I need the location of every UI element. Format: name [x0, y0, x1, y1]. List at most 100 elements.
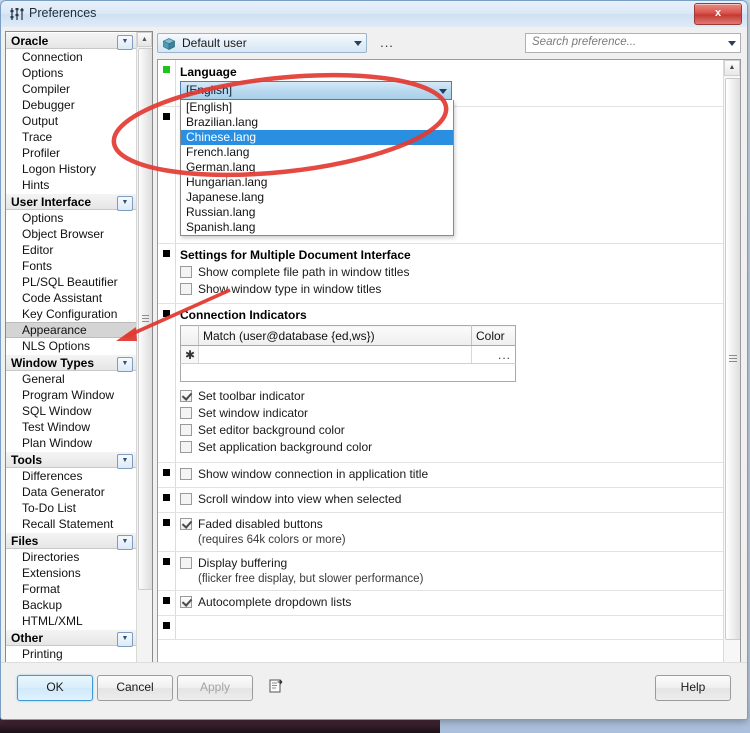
checkbox-autocomplete-dropdown-lists[interactable]: Autocomplete dropdown lists [180, 594, 724, 611]
sidebar-item-sql-window[interactable]: SQL Window [6, 403, 136, 419]
checkbox-show-complete-file-path-in-window-titles[interactable]: Show complete file path in window titles [180, 264, 724, 281]
language-option-hungarian-lang[interactable]: Hungarian.lang [181, 175, 453, 190]
language-option-spanish-lang[interactable]: Spanish.lang [181, 220, 453, 235]
language-select[interactable]: [English] [180, 81, 452, 100]
sidebar-item-program-window[interactable]: Program Window [6, 387, 136, 403]
help-button[interactable]: Help [655, 675, 731, 701]
sidebar-item-html-xml[interactable]: HTML/XML [6, 613, 136, 629]
sidebar-item-recall-statement[interactable]: Recall Statement [6, 516, 136, 532]
chevron-down-icon[interactable]: ▼ [117, 35, 133, 50]
language-option--english-[interactable]: [English] [181, 100, 453, 115]
sidebar-group-window-types[interactable]: Window Types▼ [6, 354, 136, 371]
checkbox-unchecked-icon[interactable] [180, 557, 192, 569]
sidebar-item-data-generator[interactable]: Data Generator [6, 484, 136, 500]
sidebar-item-to-do-list[interactable]: To-Do List [6, 500, 136, 516]
content-scrollbar[interactable]: ▲ ▼ [723, 60, 740, 680]
sidebar-item-code-assistant[interactable]: Code Assistant [6, 290, 136, 306]
export-preferences-button[interactable] [263, 675, 289, 699]
sidebar-item-test-window[interactable]: Test Window [6, 419, 136, 435]
checkbox-unchecked-icon[interactable] [180, 266, 192, 278]
sidebar-item-extensions[interactable]: Extensions [6, 565, 136, 581]
chevron-down-icon[interactable]: ▼ [117, 357, 133, 372]
sidebar-scroll-thumb[interactable] [138, 48, 153, 590]
ok-button[interactable]: OK [17, 675, 93, 701]
search-preference-input[interactable]: Search preference... [525, 33, 741, 53]
checkbox-set-application-background-color[interactable]: Set application background color [180, 439, 724, 456]
sidebar-item-editor[interactable]: Editor [6, 242, 136, 258]
language-option-french-lang[interactable]: French.lang [181, 145, 453, 160]
chevron-down-icon[interactable]: ▼ [117, 632, 133, 647]
sidebar-item-logon-history[interactable]: Logon History [6, 161, 136, 177]
checkbox-unchecked-icon[interactable] [180, 493, 192, 505]
checkbox-unchecked-icon[interactable] [180, 283, 192, 295]
sidebar-item-profiler[interactable]: Profiler [6, 145, 136, 161]
column-header-color: Color [472, 326, 516, 346]
cancel-button[interactable]: Cancel [97, 675, 173, 701]
sidebar-group-user-interface[interactable]: User Interface▼ [6, 193, 136, 210]
close-button[interactable]: x [694, 3, 742, 25]
user-select[interactable]: Default user [157, 33, 367, 53]
connection-indicators-table[interactable]: Match (user@database {ed,ws}) Color ✱... [180, 325, 516, 382]
checkbox-display-buffering[interactable]: Display buffering [180, 555, 724, 572]
checkbox-checked-icon[interactable] [180, 390, 192, 402]
checkbox-scroll-window-into-view-when-selected[interactable]: Scroll window into view when selected [180, 491, 724, 508]
apply-button[interactable]: Apply [177, 675, 253, 701]
checkbox-set-window-indicator[interactable]: Set window indicator [180, 405, 724, 422]
sidebar-item-debugger[interactable]: Debugger [6, 97, 136, 113]
language-option-japanese-lang[interactable]: Japanese.lang [181, 190, 453, 205]
sidebar-item-key-configuration[interactable]: Key Configuration [6, 306, 136, 322]
sidebar-item-plan-window[interactable]: Plan Window [6, 435, 136, 451]
scroll-up-icon[interactable]: ▲ [724, 60, 740, 76]
sidebar-item-object-browser[interactable]: Object Browser [6, 226, 136, 242]
cell-color[interactable]: ... [472, 346, 516, 364]
sidebar-item-directories[interactable]: Directories [6, 549, 136, 565]
sidebar-item-general[interactable]: General [6, 371, 136, 387]
language-option-german-lang[interactable]: German.lang [181, 160, 453, 175]
checkbox-set-toolbar-indicator[interactable]: Set toolbar indicator [180, 388, 724, 405]
sidebar-item-appearance[interactable]: Appearance [6, 322, 136, 338]
row-divider [175, 304, 176, 462]
sidebar-item-connection[interactable]: Connection [6, 49, 136, 65]
sidebar-scrollbar[interactable]: ▲ ▼ [136, 32, 152, 682]
sidebar-group-files[interactable]: Files▼ [6, 532, 136, 549]
sidebar-item-nls-options[interactable]: NLS Options [6, 338, 136, 354]
language-option-brazilian-lang[interactable]: Brazilian.lang [181, 115, 453, 130]
sidebar-item-compiler[interactable]: Compiler [6, 81, 136, 97]
sidebar-item-pl-sql-beautifier[interactable]: PL/SQL Beautifier [6, 274, 136, 290]
checkbox-checked-icon[interactable] [180, 596, 192, 608]
checkbox-set-editor-background-color[interactable]: Set editor background color [180, 422, 724, 439]
sidebar-item-printing[interactable]: Printing [6, 646, 136, 662]
checkbox-faded-disabled-buttons[interactable]: Faded disabled buttons [180, 516, 724, 533]
sidebar-group-tools[interactable]: Tools▼ [6, 451, 136, 468]
sidebar-item-output[interactable]: Output [6, 113, 136, 129]
sidebar-group-oracle[interactable]: Oracle▼ [6, 32, 136, 49]
sidebar-item-trace[interactable]: Trace [6, 129, 136, 145]
sidebar-group-other[interactable]: Other▼ [6, 629, 136, 646]
checkbox-unchecked-icon[interactable] [180, 424, 192, 436]
chevron-down-icon[interactable]: ▼ [117, 454, 133, 469]
language-option-russian-lang[interactable]: Russian.lang [181, 205, 453, 220]
chevron-down-icon[interactable]: ▼ [117, 196, 133, 211]
sidebar-scroll-up-icon[interactable]: ▲ [137, 32, 152, 47]
chevron-down-icon[interactable]: ▼ [117, 535, 133, 550]
sidebar-item-fonts[interactable]: Fonts [6, 258, 136, 274]
sidebar-item-format[interactable]: Format [6, 581, 136, 597]
cell-match[interactable] [199, 346, 472, 364]
checkbox-checked-icon[interactable] [180, 518, 192, 530]
sidebar-item-backup[interactable]: Backup [6, 597, 136, 613]
sidebar-item-differences[interactable]: Differences [6, 468, 136, 484]
checkbox-unchecked-icon[interactable] [180, 468, 192, 480]
search-history-chevron-icon[interactable] [728, 41, 736, 46]
sidebar-item-options[interactable]: Options [6, 210, 136, 226]
checkbox-show-window-type-in-window-titles[interactable]: Show window type in window titles [180, 281, 724, 298]
checkbox-show-window-connection-in-application-title[interactable]: Show window connection in application ti… [180, 466, 724, 483]
sidebar-item-options[interactable]: Options [6, 65, 136, 81]
table-row[interactable]: ✱... [181, 346, 516, 364]
sidebar-item-hints[interactable]: Hints [6, 177, 136, 193]
language-option-list[interactable]: [English]Brazilian.langChinese.langFrenc… [180, 100, 454, 236]
checkbox-unchecked-icon[interactable] [180, 441, 192, 453]
language-option-chinese-lang[interactable]: Chinese.lang [181, 130, 453, 145]
user-more-button[interactable]: ... [377, 33, 397, 53]
checkbox-unchecked-icon[interactable] [180, 407, 192, 419]
content-scroll-thumb[interactable] [725, 78, 741, 640]
